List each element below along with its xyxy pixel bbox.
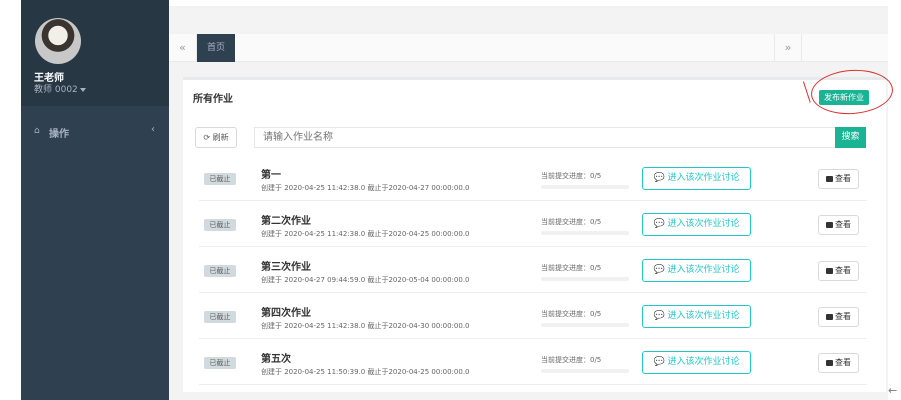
assignment-meta: 创建于 2020-04-25 11:50:39.0 截止于2020-04-25 … (261, 368, 470, 376)
assignment-title: 第三次作业 (261, 262, 311, 273)
table-row: 已截止 第二次作业 创建于 2020-04-25 11:42:38.0 截止于2… (199, 201, 867, 247)
table-row: 已截止 第四次作业 创建于 2020-04-25 11:42:38.0 截止于2… (199, 293, 867, 339)
avatar[interactable] (35, 18, 81, 64)
view-button[interactable]: 查看 (818, 261, 859, 281)
sidebar-item-operations[interactable]: ⌂ 操作 ‹ (21, 122, 169, 142)
assignment-meta: 创建于 2020-04-25 11:42:38.0 截止于2020-04-25 … (261, 230, 470, 238)
sidebar: 王老师 教师 0002 ⌂ 操作 ‹ (21, 0, 169, 400)
discussion-button[interactable]: 💬 进入该次作业讨论 (642, 167, 751, 190)
view-label: 查看 (835, 358, 851, 367)
chat-icon: 💬 (653, 219, 665, 229)
progress-label: 当前提交进度：0/5 (541, 218, 602, 226)
folder-icon (826, 175, 833, 182)
folder-icon (826, 313, 833, 320)
search-input[interactable] (254, 127, 836, 148)
status-badge: 已截止 (204, 357, 236, 369)
caret-down-icon (79, 87, 86, 92)
assignment-title: 第一 (261, 170, 281, 181)
folder-icon (826, 359, 833, 366)
chat-icon: 💬 (653, 357, 665, 367)
tab-home[interactable]: 首页 (197, 34, 235, 62)
progress-label: 当前提交进度：0/5 (541, 310, 602, 318)
assignment-title: 第五次 (261, 354, 291, 365)
progress-bar (541, 369, 629, 373)
discussion-label: 进入该次作业讨论 (667, 311, 740, 321)
view-label: 查看 (835, 174, 851, 183)
refresh-button[interactable]: ⟳ 刷新 (195, 127, 237, 148)
progress-bar (541, 185, 629, 189)
progress-label: 当前提交进度：0/5 (541, 264, 602, 272)
view-button[interactable]: 查看 (818, 169, 859, 189)
discussion-button[interactable]: 💬 进入该次作业讨论 (642, 351, 751, 374)
discussion-button[interactable]: 💬 进入该次作业讨论 (642, 213, 751, 236)
view-button[interactable]: 查看 (818, 215, 859, 235)
sidebar-item-label: 操作 (49, 129, 69, 140)
page: 王老师 教师 0002 ⌂ 操作 ‹ « 首页 » 所有作业 发布新作业 ⟳ 刷… (0, 0, 901, 400)
assignments-panel: 所有作业 发布新作业 ⟳ 刷新 搜索 已截止 第一 创建于 2020-04-25… (183, 77, 886, 392)
discussion-label: 进入该次作业讨论 (667, 357, 740, 367)
view-button[interactable]: 查看 (818, 307, 859, 327)
search-button[interactable]: 搜索 (835, 127, 866, 148)
top-header (169, 6, 888, 34)
folder-icon (826, 267, 833, 274)
assignment-meta: 创建于 2020-04-25 11:42:38.0 截止于2020-04-27 … (261, 184, 470, 192)
profile-block: 王老师 教师 0002 (21, 0, 169, 106)
discussion-button[interactable]: 💬 进入该次作业讨论 (642, 259, 751, 282)
progress-bar (541, 323, 629, 327)
chat-icon: 💬 (653, 265, 665, 275)
refresh-icon: ⟳ (203, 133, 211, 142)
tab-bar: « 首页 » (169, 34, 888, 62)
progress-bar (541, 231, 629, 235)
view-label: 查看 (835, 220, 851, 229)
view-label: 查看 (835, 266, 851, 275)
panel-title: 所有作业 (193, 94, 233, 105)
folder-icon (826, 221, 833, 228)
progress-label: 当前提交进度：0/5 (541, 172, 602, 180)
discussion-label: 进入该次作业讨论 (667, 219, 740, 229)
table-row: 已截止 第三次作业 创建于 2020-04-27 09:44:59.0 截止于2… (199, 247, 867, 293)
status-badge: 已截止 (204, 265, 236, 277)
view-label: 查看 (835, 312, 851, 321)
assignment-meta: 创建于 2020-04-27 09:44:59.0 截止于2020-05-04 … (261, 276, 470, 284)
tab-scroll-right-button[interactable]: » (774, 34, 802, 61)
discussion-button[interactable]: 💬 进入该次作业讨论 (642, 305, 751, 328)
user-role-dropdown[interactable]: 教师 0002 (34, 82, 86, 95)
status-badge: 已截止 (204, 173, 236, 185)
chat-icon: 💬 (653, 311, 665, 321)
tab-scroll-left-button[interactable]: « (169, 34, 197, 61)
refresh-label: 刷新 (212, 133, 229, 142)
status-badge: 已截止 (204, 311, 236, 323)
view-button[interactable]: 查看 (818, 353, 859, 373)
table-row: 已截止 第五次 创建于 2020-04-25 11:50:39.0 截止于202… (199, 339, 867, 385)
assignment-meta: 创建于 2020-04-25 11:42:38.0 截止于2020-04-30 … (261, 322, 470, 330)
arrow-left-icon: ← (888, 384, 898, 397)
table-row: 已截止 第一 创建于 2020-04-25 11:42:38.0 截止于2020… (199, 155, 867, 201)
progress-bar (541, 277, 629, 281)
discussion-label: 进入该次作业讨论 (667, 265, 740, 275)
assignment-title: 第四次作业 (261, 308, 311, 319)
chevron-left-icon: ‹ (151, 124, 155, 135)
chat-icon: 💬 (653, 173, 665, 183)
status-badge: 已截止 (204, 219, 236, 231)
home-icon: ⌂ (34, 126, 40, 136)
user-role-label: 教师 0002 (34, 85, 78, 95)
discussion-label: 进入该次作业讨论 (667, 173, 740, 183)
progress-label: 当前提交进度：0/5 (541, 356, 602, 364)
assignment-title: 第二次作业 (261, 216, 311, 227)
